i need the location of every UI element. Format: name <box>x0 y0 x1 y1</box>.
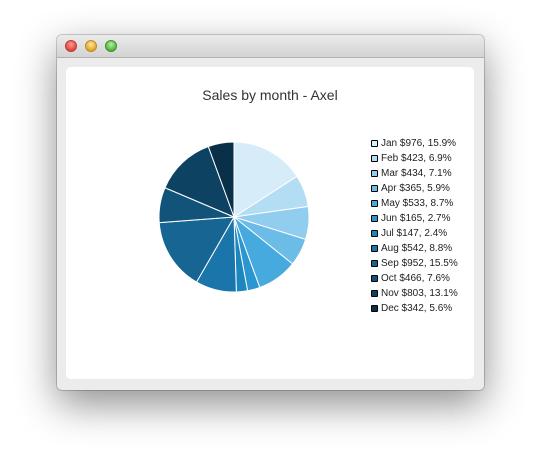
legend-marker <box>371 260 378 267</box>
legend-label: Jun $165, 2.7% <box>381 213 451 224</box>
title-bar[interactable] <box>57 35 484 58</box>
window-content: Sales by month - Axel Jan $976, 15.9% Feb… <box>57 58 484 390</box>
legend-marker <box>371 200 378 207</box>
legend-label: Jan $976, 15.9% <box>381 138 457 149</box>
legend-label: Jul $147, 2.4% <box>381 228 448 239</box>
minimize-button[interactable] <box>85 40 97 52</box>
legend-label: Apr $365, 5.9% <box>381 183 450 194</box>
chart-view: Sales by month - Axel Jan $976, 15.9% Feb… <box>66 67 474 379</box>
legend-marker <box>371 245 378 252</box>
legend-marker <box>371 305 378 312</box>
legend-marker <box>371 230 378 237</box>
app-window: Sales by month - Axel Jan $976, 15.9% Feb… <box>57 35 484 390</box>
zoom-button[interactable] <box>105 40 117 52</box>
legend-label: Aug $542, 8.8% <box>381 243 453 254</box>
legend-marker <box>371 155 378 162</box>
legend-label: May $533, 8.7% <box>381 198 454 209</box>
legend-label: Nov $803, 13.1% <box>381 288 458 299</box>
legend-marker <box>371 275 378 282</box>
legend-marker <box>371 140 378 147</box>
legend-label: Sep $952, 15.5% <box>381 258 458 269</box>
legend-marker <box>371 185 378 192</box>
legend-marker <box>371 215 378 222</box>
legend-marker <box>371 290 378 297</box>
legend-label: Oct $466, 7.6% <box>381 273 450 284</box>
legend-marker <box>371 170 378 177</box>
legend-label: Feb $423, 6.9% <box>381 153 452 164</box>
close-button[interactable] <box>65 40 77 52</box>
legend-label: Dec $342, 5.6% <box>381 303 453 314</box>
legend-label: Mar $434, 7.1% <box>381 168 452 179</box>
